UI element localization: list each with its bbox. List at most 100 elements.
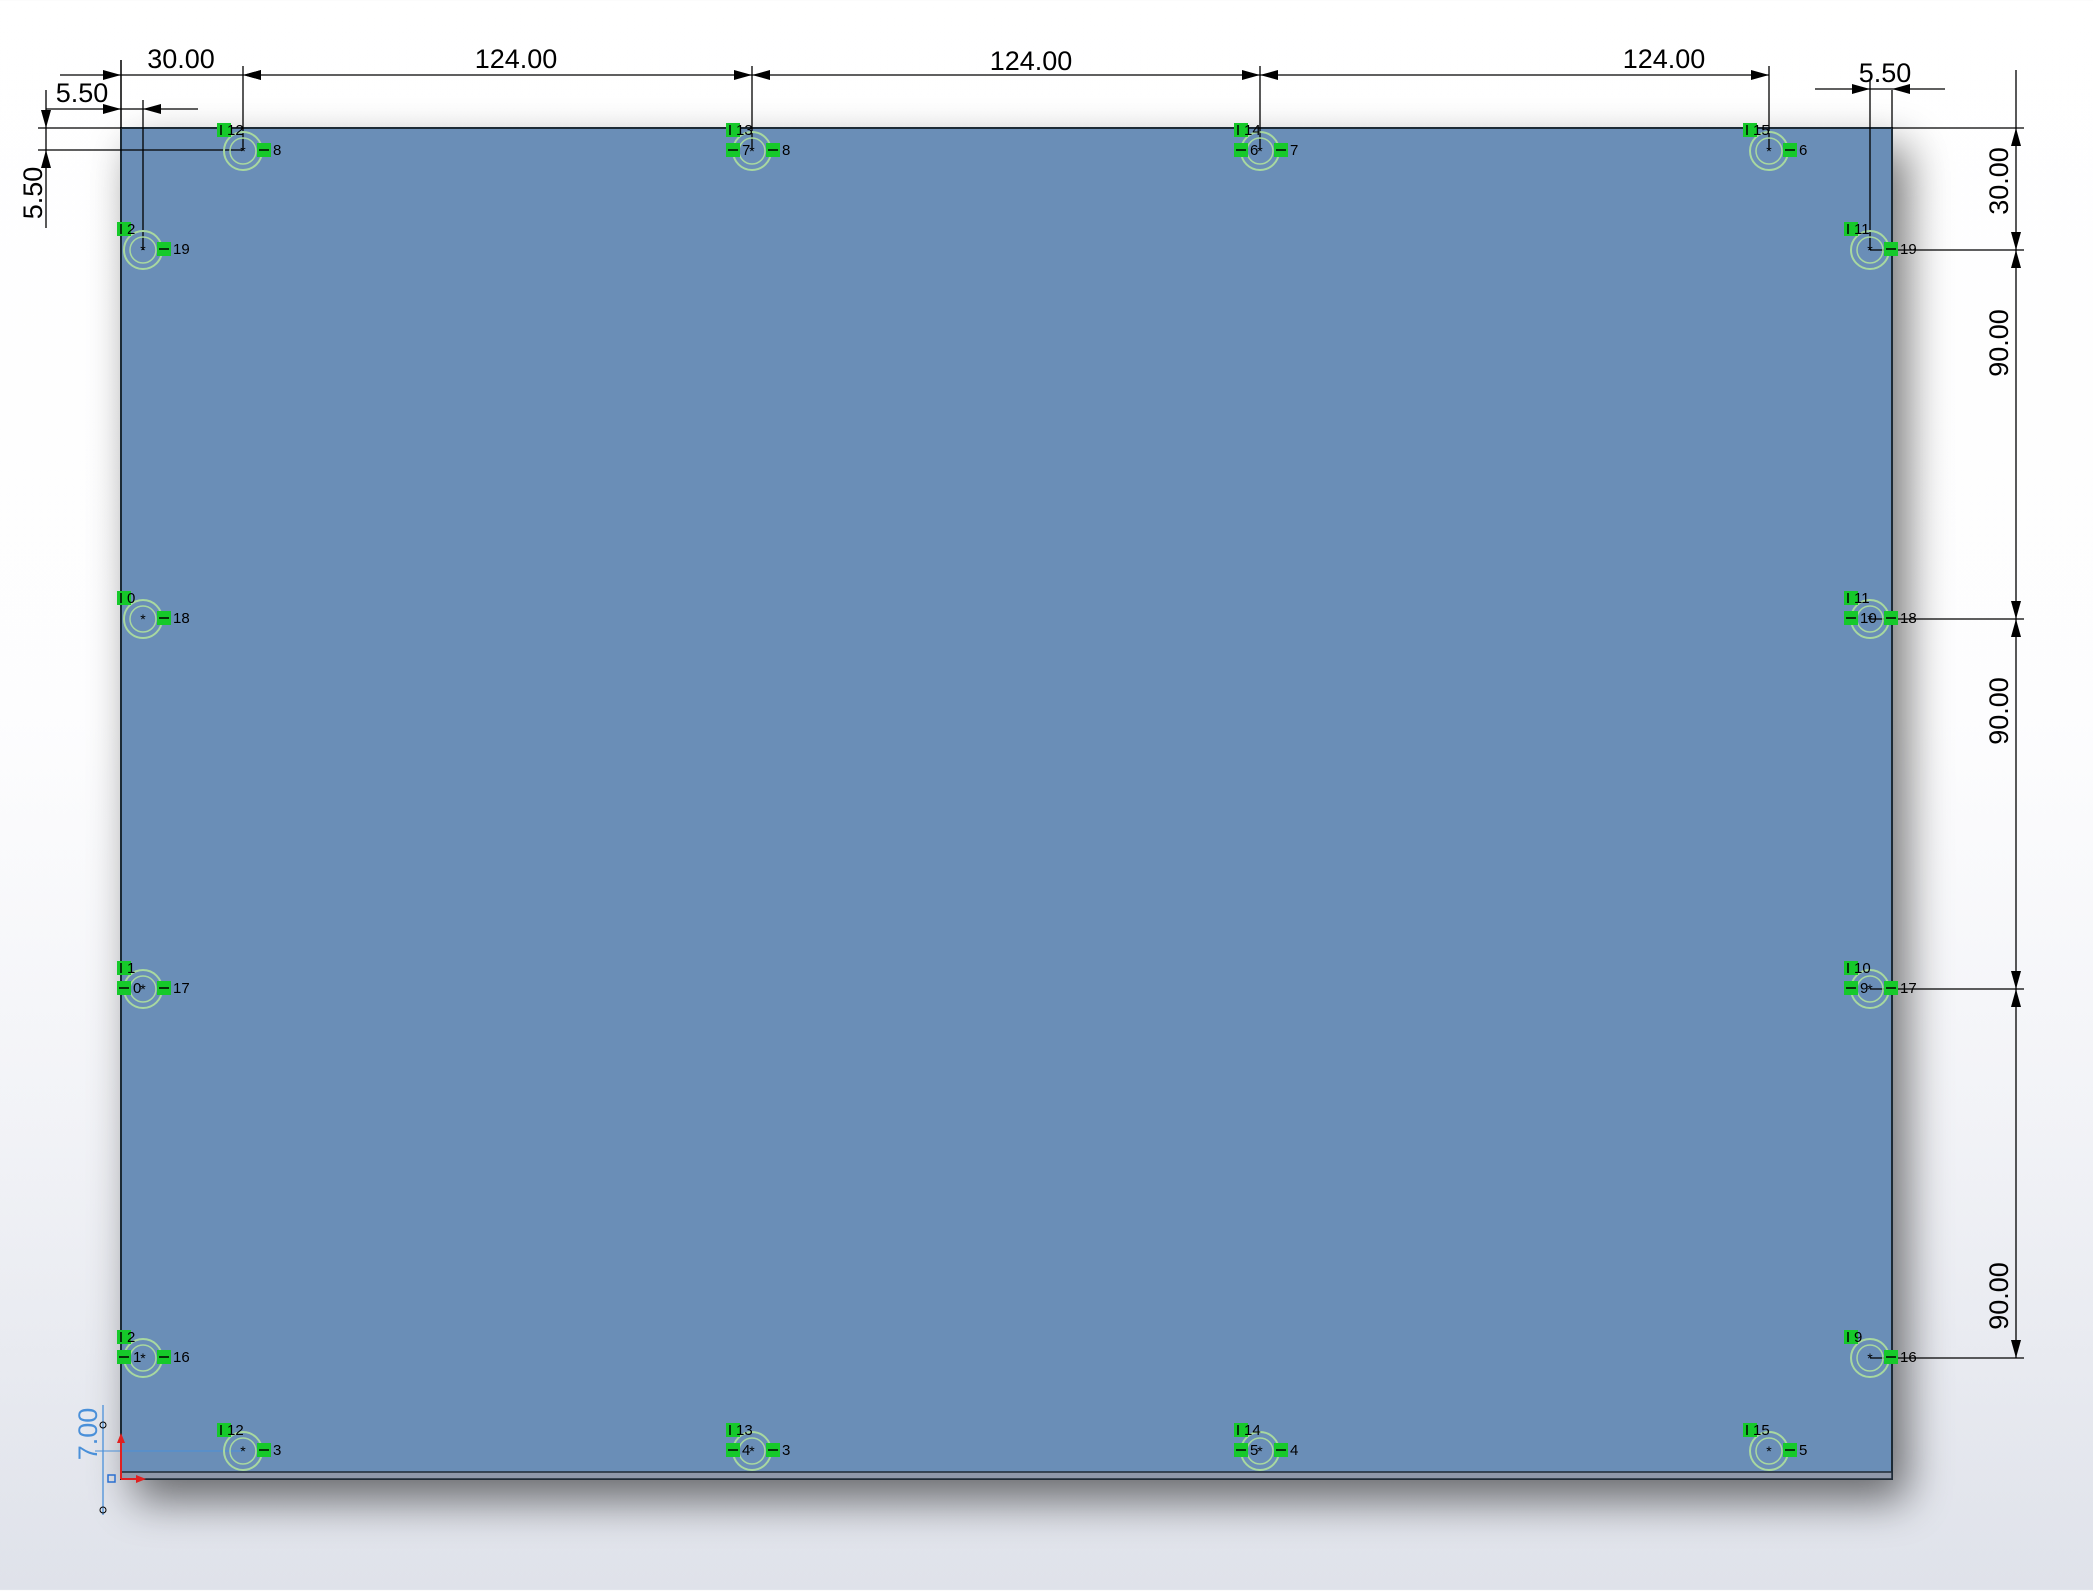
relation-badge[interactable]: 6 [1234, 142, 1258, 159]
relation-badge-label: 19 [173, 241, 190, 258]
relation-badge[interactable]: 3 [257, 1442, 281, 1459]
relation-badge[interactable]: 16 [157, 1349, 190, 1366]
relation-badge[interactable]: 4 [726, 1442, 750, 1459]
relation-badge[interactable]: 15 [1743, 1422, 1770, 1439]
relation-badge[interactable]: 1 [117, 960, 135, 977]
relation-badge[interactable]: 7 [726, 142, 750, 159]
relation-badge[interactable]: 12 [217, 1422, 244, 1439]
dimension-top-right-offset[interactable]: 5.50 [1859, 58, 1912, 88]
relation-badge[interactable]: 9 [1844, 980, 1868, 997]
relation-badge[interactable]: 4 [1274, 1442, 1298, 1459]
relation-badge-label: 13 [736, 1422, 753, 1439]
relation-badge[interactable]: 18 [157, 610, 190, 627]
relation-badge[interactable]: 0 [117, 980, 141, 997]
relation-badge-label: 17 [1900, 980, 1917, 997]
dimension-left-offset[interactable]: 5.50 [18, 167, 48, 220]
relation-badge-label: 4 [1290, 1442, 1298, 1459]
relation-badge-label: 19 [1900, 241, 1917, 258]
relation-badge-label: 17 [173, 980, 190, 997]
relation-badge[interactable]: 0 [117, 590, 135, 607]
relation-badge[interactable]: 1 [117, 1349, 141, 1366]
base-plate[interactable] [120, 127, 1893, 1480]
relation-badge-label: 8 [782, 142, 790, 159]
relation-badge-label: 3 [782, 1442, 790, 1459]
relation-badge-label: 11 [1854, 590, 1870, 607]
relation-badge-label: 1 [127, 960, 135, 977]
relation-badge-label: 3 [273, 1442, 281, 1459]
relation-badge-label: 16 [1900, 1349, 1917, 1366]
relation-badge[interactable]: 7 [1274, 142, 1298, 159]
dimension-top-30[interactable]: 30.00 [147, 44, 215, 74]
relation-badge[interactable]: 5 [1783, 1442, 1807, 1459]
dimension-thickness[interactable]: 7.00 [73, 1408, 103, 1461]
dimension-arrow [1751, 70, 1769, 80]
relation-badge[interactable]: 8 [766, 142, 790, 159]
relation-badge-label: 12 [227, 122, 244, 139]
relation-badge-label: 18 [173, 610, 190, 627]
dimension-arrow [2011, 601, 2021, 619]
relation-badge-label: 12 [227, 1422, 244, 1439]
relation-badge[interactable]: 11 [1844, 221, 1870, 238]
relation-badge-label: 1 [133, 1349, 141, 1366]
relation-badge[interactable]: 16 [1884, 1349, 1917, 1366]
relation-badge[interactable]: 15 [1743, 122, 1770, 139]
relation-badge[interactable]: 10 [1844, 610, 1877, 627]
relation-badge[interactable]: 19 [157, 241, 190, 258]
dimension-right-90-a[interactable]: 90.00 [1984, 309, 2014, 377]
dimension-top-124-b[interactable]: 124.00 [990, 46, 1073, 76]
hole-center-icon: * [1867, 242, 1873, 258]
relation-badge[interactable]: 13 [726, 1422, 753, 1439]
sketch-viewport[interactable]: * 12 8 * 13 8 7 * 14 7 6 * 15 6 * 2 19 * 0 18 * 1 17 0 * 2 16 1 * 11 1… [0, 0, 2093, 1590]
dimension-right-30[interactable]: 30.00 [1984, 147, 2014, 215]
dimension-arrow [1260, 70, 1278, 80]
relation-badge[interactable]: 8 [257, 142, 281, 159]
relation-badge[interactable]: 12 [217, 122, 244, 139]
hole-center-icon: * [240, 143, 246, 159]
relation-badge[interactable]: 5 [1234, 1442, 1258, 1459]
dimension-top-124-a[interactable]: 124.00 [475, 44, 558, 74]
relation-badge-label: 7 [1290, 142, 1298, 159]
relation-badge[interactable]: 10 [1844, 960, 1871, 977]
relation-badge-label: 0 [127, 590, 135, 607]
relation-badge-label: 2 [127, 221, 135, 238]
dimension-arrow [2011, 989, 2021, 1007]
relation-badge-label: 2 [127, 1329, 135, 1346]
relation-badge[interactable]: 2 [117, 1329, 135, 1346]
relation-badge[interactable]: 14 [1234, 1422, 1261, 1439]
relation-badge-label: 9 [1854, 1329, 1862, 1346]
relation-badge-label: 5 [1250, 1442, 1258, 1459]
relation-badge-label: 9 [1860, 980, 1868, 997]
hole-center-icon: * [1867, 1350, 1873, 1366]
relation-badge[interactable]: 14 [1234, 122, 1261, 139]
relation-badge-label: 13 [736, 122, 753, 139]
relation-badge[interactable]: 6 [1783, 142, 1807, 159]
relation-badge[interactable]: 11 [1844, 590, 1870, 607]
hole-center-icon: * [140, 611, 146, 627]
relation-badge[interactable]: 3 [766, 1442, 790, 1459]
dimension-arrow [734, 70, 752, 80]
relation-badge-label: 18 [1900, 610, 1917, 627]
dimension-top-124-c[interactable]: 124.00 [1623, 44, 1706, 74]
dimension-arrow [2011, 232, 2021, 250]
dimension-right-90-c[interactable]: 90.00 [1984, 1262, 2014, 1330]
relation-badge-label: 0 [133, 980, 141, 997]
dimension-right-90-b[interactable]: 90.00 [1984, 677, 2014, 745]
relation-badge-label: 7 [742, 142, 750, 159]
relation-badge[interactable]: 17 [1884, 980, 1917, 997]
relation-badge[interactable]: 9 [1844, 1329, 1862, 1346]
dimension-top-left-offset[interactable]: 5.50 [56, 78, 109, 108]
relation-badge-label: 5 [1799, 1442, 1807, 1459]
relation-badge[interactable]: 18 [1884, 610, 1917, 627]
relation-badge[interactable]: 2 [117, 221, 135, 238]
relation-badge[interactable]: 19 [1884, 241, 1917, 258]
relation-badge[interactable]: 17 [157, 980, 190, 997]
hole-center-icon: * [1766, 143, 1772, 159]
dimension-arrow [1242, 70, 1260, 80]
relation-badge-label: 8 [273, 142, 281, 159]
dimension-arrow [143, 104, 161, 114]
relation-badge[interactable]: 13 [726, 122, 753, 139]
relation-badge-label: 6 [1250, 142, 1258, 159]
sketch-canvas[interactable]: *128 *1387 *1476 *156*219*018*1170*2161*111… [0, 0, 2093, 1590]
relation-badge-label: 11 [1854, 221, 1870, 238]
relation-badge-label: 14 [1244, 1422, 1261, 1439]
